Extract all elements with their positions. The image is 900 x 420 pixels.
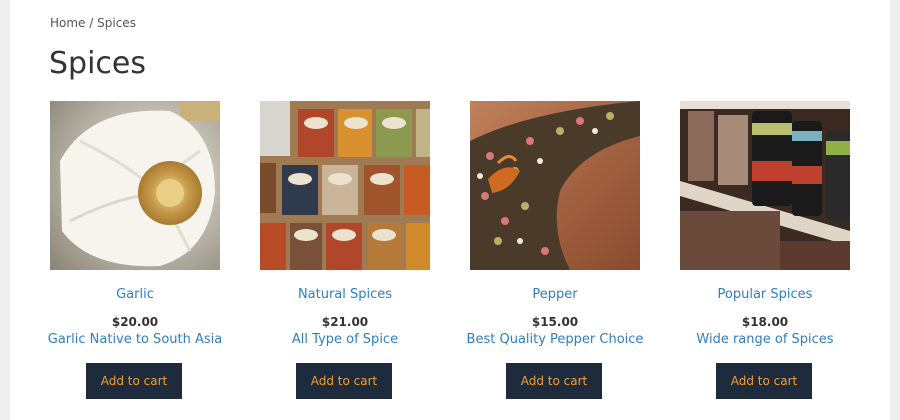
product-price: $18.00 <box>741 315 789 329</box>
page-content: Home / Spices Spices Garlic $20.00 Garli… <box>10 0 890 420</box>
product-price: $20.00 <box>111 315 159 329</box>
product-card: Popular Spices $18.00 Wide range of Spic… <box>680 101 850 399</box>
product-description: Wide range of Spices <box>696 332 834 347</box>
add-to-cart-button[interactable]: Add to cart <box>86 363 182 399</box>
product-name-link[interactable]: Garlic <box>30 287 240 302</box>
breadcrumb-separator: / <box>89 16 94 30</box>
garlic-image[interactable] <box>50 101 220 270</box>
product-description: Garlic Native to South Asia <box>47 332 223 347</box>
product-description: All Type of Spice <box>291 332 399 347</box>
breadcrumb: Home / Spices <box>50 16 136 30</box>
peppercorns-image[interactable] <box>470 101 640 270</box>
product-description: Best Quality Pepper Choice <box>466 332 644 347</box>
product-price: $15.00 <box>531 315 579 329</box>
product-name-link[interactable]: Natural Spices <box>240 287 450 302</box>
breadcrumb-current: Spices <box>97 16 136 30</box>
product-name-link[interactable]: Popular Spices <box>660 287 870 302</box>
product-price: $21.00 <box>321 315 369 329</box>
product-card: Garlic $20.00 Garlic Native to South Asi… <box>48 101 222 399</box>
product-card: Natural Spices $21.00 All Type of Spice … <box>260 101 430 399</box>
add-to-cart-button[interactable]: Add to cart <box>296 363 392 399</box>
page-title: Spices <box>49 46 147 81</box>
breadcrumb-home-link[interactable]: Home <box>50 16 85 30</box>
add-to-cart-button[interactable]: Add to cart <box>506 363 602 399</box>
spice-shelf-image[interactable] <box>680 101 850 270</box>
product-name-link[interactable]: Pepper <box>450 287 660 302</box>
product-card: Pepper $15.00 Best Quality Pepper Choice… <box>467 101 643 399</box>
spice-boxes-image[interactable] <box>260 101 430 270</box>
product-grid: Garlic $20.00 Garlic Native to South Asi… <box>48 101 850 420</box>
add-to-cart-button[interactable]: Add to cart <box>716 363 812 399</box>
